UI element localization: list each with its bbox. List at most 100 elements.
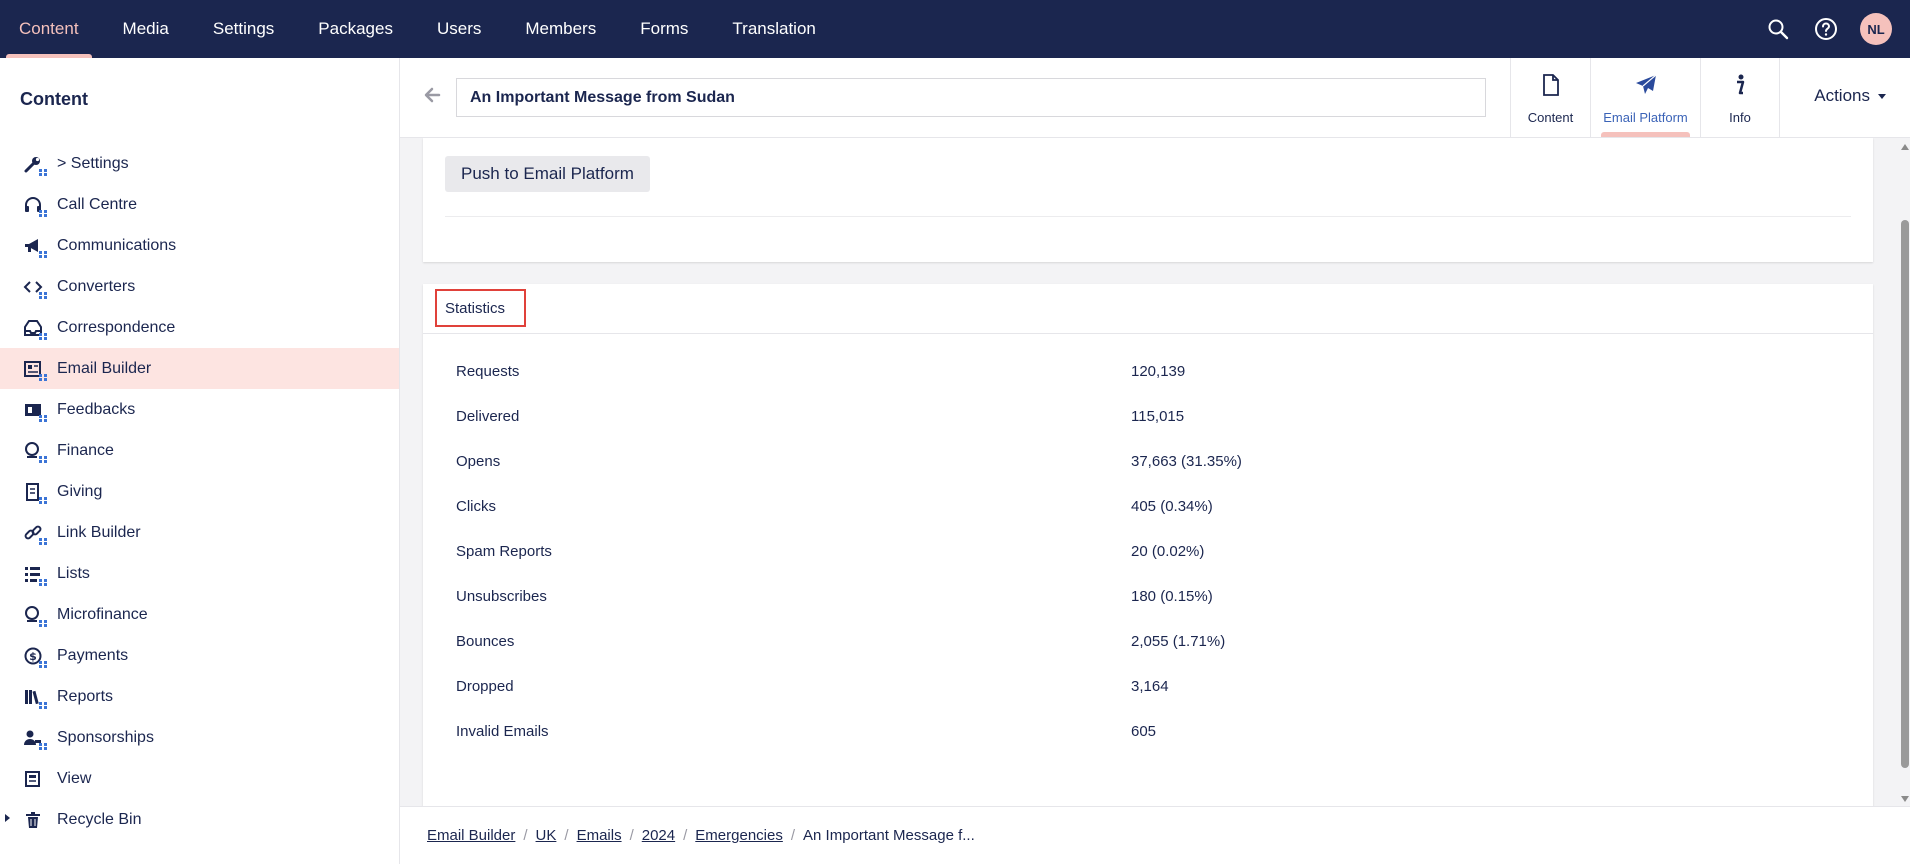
svg-text:$: $ xyxy=(29,650,37,663)
tree-item-label: View xyxy=(57,769,92,787)
tree-item-label: Sponsorships xyxy=(57,728,154,746)
tree-item-label: Reports xyxy=(57,687,114,705)
stat-label: Clicks xyxy=(456,498,496,515)
tree-item-label: Converters xyxy=(57,277,136,295)
newsletter-icon xyxy=(21,357,47,381)
breadcrumb-link[interactable]: 2024 xyxy=(642,827,675,844)
expand-caret-icon[interactable] xyxy=(5,814,10,822)
statistics-title: Statistics xyxy=(435,289,526,327)
tree-item-sponsorships[interactable]: Sponsorships xyxy=(0,717,399,758)
tree-item-payments[interactable]: $ Payments xyxy=(0,635,399,676)
document-icon xyxy=(1541,73,1561,102)
stat-row-dropped: Dropped 3,164 xyxy=(456,664,1836,709)
tree-item-call-centre[interactable]: Call Centre xyxy=(0,184,399,225)
breadcrumb-separator: / xyxy=(564,827,569,844)
tree-item-email-builder[interactable]: Email Builder xyxy=(0,348,399,389)
nav-forms[interactable]: Forms xyxy=(627,0,701,58)
scroll-down-icon[interactable] xyxy=(1901,796,1909,802)
stat-label: Requests xyxy=(456,363,520,380)
actions-dropdown-button[interactable]: Actions xyxy=(1814,86,1886,106)
tree-item-label: Communications xyxy=(57,236,177,254)
nav-label: Members xyxy=(525,19,597,38)
breadcrumb-link[interactable]: UK xyxy=(536,827,557,844)
push-to-email-platform-button[interactable]: Push to Email Platform xyxy=(445,156,650,192)
tree-item-label: Recycle Bin xyxy=(57,810,142,828)
stat-row-opens: Opens 37,663 (31.35%) xyxy=(456,439,1836,484)
books-icon xyxy=(21,685,47,709)
breadcrumb-separator: / xyxy=(523,827,528,844)
nav-label: Media xyxy=(122,19,169,38)
nav-packages[interactable]: Packages xyxy=(305,0,406,58)
nav-users[interactable]: Users xyxy=(424,0,494,58)
tree-item-feedbacks[interactable]: Feedbacks xyxy=(0,389,399,430)
stat-value: 37,663 (31.35%) xyxy=(1131,453,1242,470)
nav-settings[interactable]: Settings xyxy=(200,0,287,58)
tree-item-converters[interactable]: Converters xyxy=(0,266,399,307)
paper-plane-icon xyxy=(1634,73,1658,102)
user-avatar[interactable]: NL xyxy=(1860,13,1892,45)
tree-item-communications[interactable]: Communications xyxy=(0,225,399,266)
stat-value: 605 xyxy=(1131,723,1157,740)
stat-value: 405 (0.34%) xyxy=(1131,498,1213,515)
editor-header: Content Email Platform Info Actions xyxy=(400,58,1910,138)
app-content-button[interactable]: Content xyxy=(1510,58,1590,137)
tree-item-microfinance[interactable]: Microfinance xyxy=(0,594,399,635)
stat-label: Opens xyxy=(456,453,501,470)
tree-item-lists[interactable]: Lists xyxy=(0,553,399,594)
statistics-title-text: Statistics xyxy=(445,299,506,317)
tree-item-settings[interactable]: > Settings xyxy=(0,143,399,184)
app-info-button[interactable]: Info xyxy=(1700,58,1780,137)
tree-item-label: Link Builder xyxy=(57,523,141,541)
nav-content[interactable]: Content xyxy=(6,0,92,58)
stat-label: Invalid Emails xyxy=(456,723,549,740)
info-icon xyxy=(1732,73,1748,102)
tree-item-label: Giving xyxy=(57,482,103,500)
tree-item-label: Email Builder xyxy=(57,359,152,377)
tree-item-reports[interactable]: Reports xyxy=(0,676,399,717)
document-icon xyxy=(21,767,45,791)
nav-media[interactable]: Media xyxy=(110,0,182,58)
top-navigation: Content Media Settings Packages Users Me… xyxy=(0,0,1910,58)
tree-item-view[interactable]: View xyxy=(0,758,399,799)
stat-row-clicks: Clicks 405 (0.34%) xyxy=(456,484,1836,529)
breadcrumb-separator: / xyxy=(683,827,688,844)
breadcrumb-separator: / xyxy=(790,827,796,844)
link-icon xyxy=(21,521,47,545)
statistics-header: Statistics xyxy=(423,284,1873,334)
tree-item-label: Microfinance xyxy=(57,605,148,623)
tree-item-label: Call Centre xyxy=(57,195,138,213)
breadcrumb-link[interactable]: Emergencies xyxy=(695,827,783,844)
inbox-icon xyxy=(21,316,47,340)
breadcrumb-separator: / xyxy=(629,827,634,844)
breadcrumb-link[interactable]: Email Builder xyxy=(427,827,515,844)
breadcrumb-current: An Important Message f... xyxy=(803,827,975,844)
tree-item-recycle-bin[interactable]: Recycle Bin xyxy=(0,799,399,840)
code-icon xyxy=(21,275,47,299)
breadcrumb-link[interactable]: Emails xyxy=(577,827,622,844)
stat-value: 20 (0.02%) xyxy=(1131,543,1205,560)
nav-translation[interactable]: Translation xyxy=(719,0,828,58)
section-tabs: Content Media Settings Packages Users Me… xyxy=(0,0,847,58)
actions-label: Actions xyxy=(1814,86,1870,105)
tree-item-link-builder[interactable]: Link Builder xyxy=(0,512,399,553)
nav-label: Users xyxy=(436,19,482,38)
nav-label: Content xyxy=(19,19,79,38)
tree-item-correspondence[interactable]: Correspondence xyxy=(0,307,399,348)
tree-item-finance[interactable]: Finance xyxy=(0,430,399,471)
nav-members[interactable]: Members xyxy=(512,0,609,58)
app-email-platform-button[interactable]: Email Platform xyxy=(1590,58,1700,137)
search-icon[interactable] xyxy=(1764,15,1792,43)
scroll-up-icon[interactable] xyxy=(1901,144,1909,150)
scroll-thumb[interactable] xyxy=(1901,220,1909,768)
back-arrow-icon[interactable] xyxy=(422,85,444,107)
divider xyxy=(445,216,1851,217)
feedback-icon xyxy=(21,398,47,422)
nav-label: Translation xyxy=(732,19,816,38)
app-label: Content xyxy=(1527,110,1574,125)
vertical-scrollbar[interactable] xyxy=(1900,138,1910,806)
help-icon[interactable] xyxy=(1812,15,1840,43)
tree-item-giving[interactable]: Giving xyxy=(0,471,399,512)
node-name-input[interactable] xyxy=(456,78,1486,117)
app-label: Email Platform xyxy=(1603,110,1688,125)
stat-value: 115,015 xyxy=(1131,408,1185,425)
